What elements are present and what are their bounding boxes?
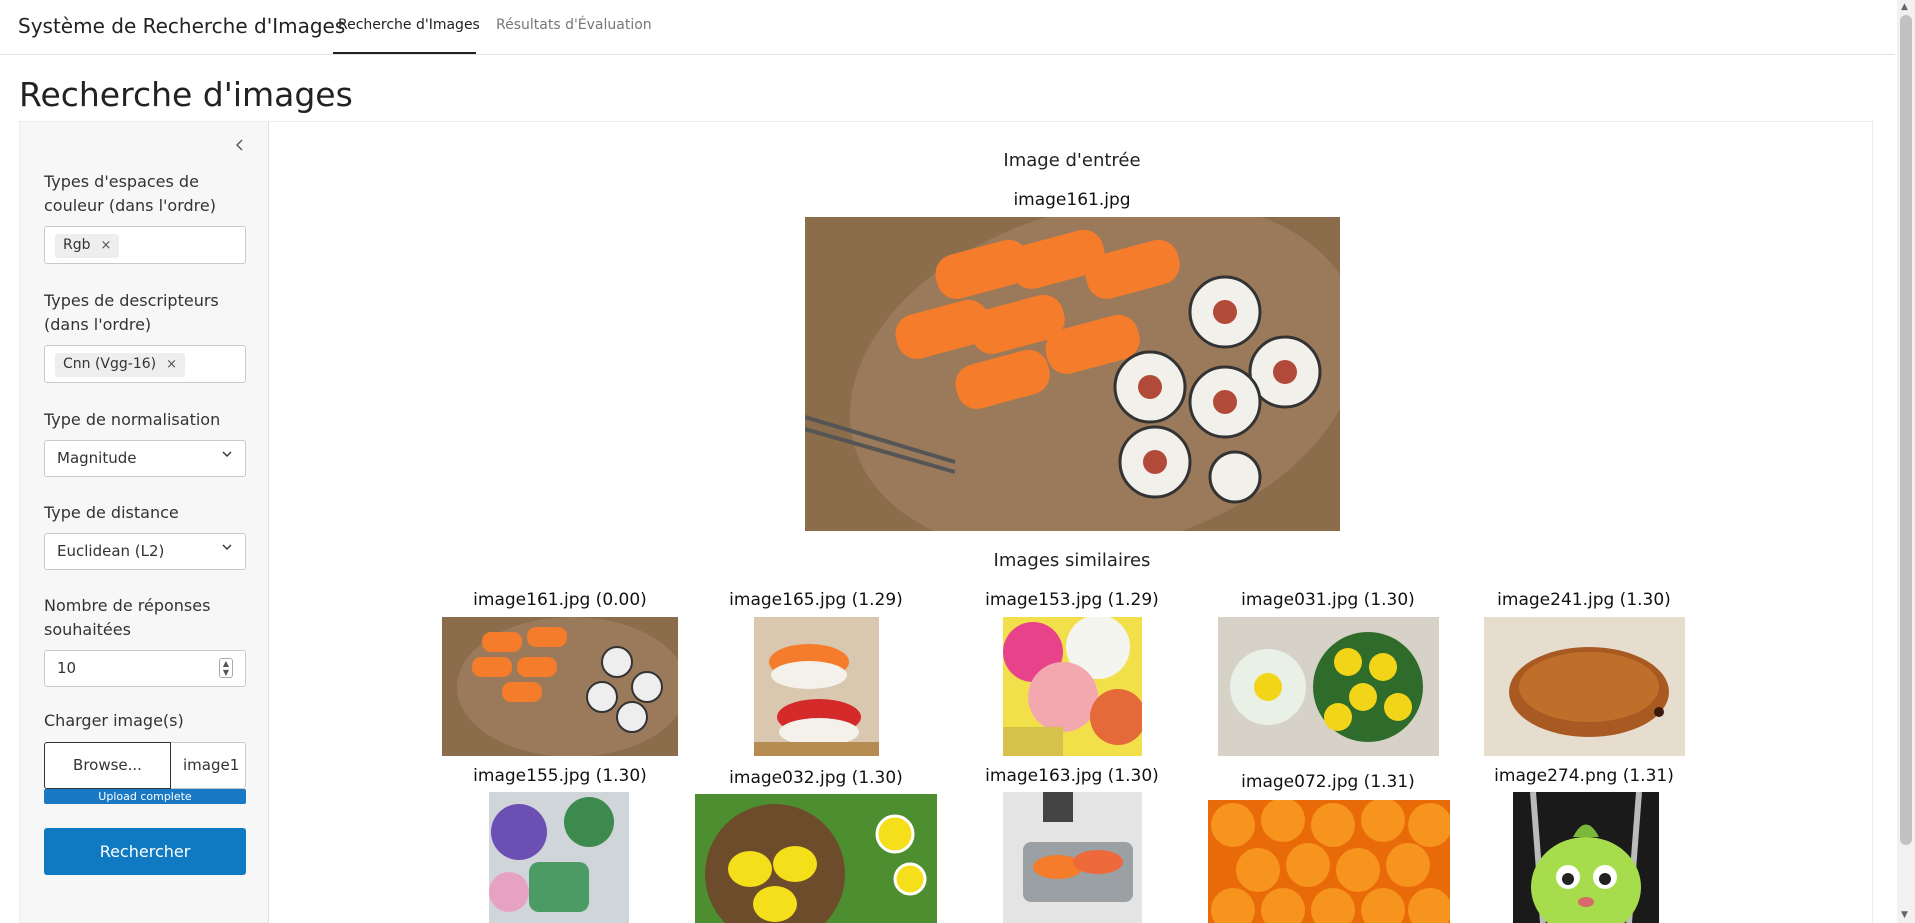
result-caption: image153.jpg (1.29) bbox=[985, 590, 1159, 610]
page-scrollbar[interactable]: ▲ ▼ bbox=[1897, 0, 1915, 923]
result-caption: image032.jpg (1.30) bbox=[729, 768, 903, 788]
result-caption: image241.jpg (1.30) bbox=[1497, 590, 1671, 610]
distance-select[interactable]: Euclidean (L2) bbox=[44, 533, 246, 570]
search-button[interactable]: Rechercher bbox=[44, 828, 246, 875]
page-title: Recherche d'images bbox=[19, 75, 353, 114]
chip-label: Cnn (Vgg-16) bbox=[63, 356, 157, 372]
upload-progress-bar: Upload complete bbox=[44, 789, 246, 804]
result-image[interactable] bbox=[1003, 617, 1142, 756]
navbar: Système de Recherche d'Images Recherche … bbox=[0, 0, 1895, 55]
browse-button[interactable]: Browse... bbox=[44, 742, 171, 789]
result-caption: image031.jpg (1.30) bbox=[1241, 590, 1415, 610]
result-caption: image155.jpg (1.30) bbox=[473, 766, 647, 786]
responses-label: Nombre de réponses souhaitées bbox=[44, 596, 211, 639]
collapse-sidebar-chevron-left-icon[interactable] bbox=[230, 137, 250, 157]
result-image[interactable] bbox=[1218, 617, 1439, 756]
result-image[interactable] bbox=[1208, 800, 1450, 923]
chevron-down-icon bbox=[221, 448, 233, 464]
color-spaces-multiselect[interactable]: Rgb × bbox=[44, 226, 246, 264]
result-image[interactable] bbox=[754, 617, 879, 756]
sidebar-panel: Types d'espaces de couleur (dans l'ordre… bbox=[19, 121, 269, 923]
result-caption: image163.jpg (1.30) bbox=[985, 766, 1159, 786]
color-spaces-label: Types d'espaces de couleur (dans l'ordre… bbox=[44, 172, 216, 215]
tab-resultats-evaluation[interactable]: Résultats d'Évaluation bbox=[496, 17, 652, 33]
result-caption: image165.jpg (1.29) bbox=[729, 590, 903, 610]
result-caption: image274.png (1.31) bbox=[1494, 766, 1674, 786]
chevron-down-icon bbox=[221, 541, 233, 557]
normalisation-label: Type de normalisation bbox=[44, 410, 221, 429]
distance-value: Euclidean (L2) bbox=[57, 542, 165, 560]
responses-value: 10 bbox=[57, 659, 77, 677]
descriptor-chip: Cnn (Vgg-16) × bbox=[55, 353, 186, 377]
result-image[interactable] bbox=[1484, 617, 1685, 756]
result-caption: image072.jpg (1.31) bbox=[1241, 772, 1415, 792]
scrollbar-thumb[interactable] bbox=[1900, 15, 1912, 845]
brand-title[interactable]: Système de Recherche d'Images bbox=[18, 14, 345, 38]
file-name-field: image1 bbox=[171, 742, 246, 789]
upload-label: Charger image(s) bbox=[44, 711, 184, 730]
active-tab-indicator bbox=[333, 52, 476, 54]
result-image[interactable] bbox=[1513, 792, 1659, 923]
result-caption: image161.jpg (0.00) bbox=[473, 590, 647, 610]
scroll-up-arrow-icon[interactable]: ▲ bbox=[1901, 2, 1908, 12]
input-image-filename: image161.jpg bbox=[1013, 190, 1131, 210]
similar-images-title: Images similaires bbox=[993, 550, 1151, 571]
result-image[interactable] bbox=[1003, 792, 1142, 923]
responses-number-input[interactable]: 10 ▲ ▼ bbox=[44, 650, 246, 687]
distance-label: Type de distance bbox=[44, 503, 179, 522]
normalisation-value: Magnitude bbox=[57, 449, 137, 467]
descriptors-label: Types de descripteurs (dans l'ordre) bbox=[44, 291, 219, 334]
remove-chip-icon[interactable]: × bbox=[101, 238, 112, 253]
result-image[interactable] bbox=[695, 794, 937, 923]
number-spinner-icon[interactable]: ▲ ▼ bbox=[219, 658, 233, 678]
color-space-chip: Rgb × bbox=[55, 234, 120, 258]
remove-chip-icon[interactable]: × bbox=[166, 357, 177, 372]
input-image bbox=[805, 217, 1340, 531]
result-image[interactable] bbox=[442, 617, 678, 756]
scroll-down-arrow-icon[interactable]: ▼ bbox=[1901, 910, 1908, 920]
tab-recherche-images[interactable]: Recherche d'Images bbox=[338, 17, 480, 33]
normalisation-select[interactable]: Magnitude bbox=[44, 440, 246, 477]
input-image-title: Image d'entrée bbox=[1003, 150, 1141, 171]
descriptors-multiselect[interactable]: Cnn (Vgg-16) × bbox=[44, 345, 246, 383]
chip-label: Rgb bbox=[63, 237, 91, 253]
result-image[interactable] bbox=[489, 792, 629, 923]
